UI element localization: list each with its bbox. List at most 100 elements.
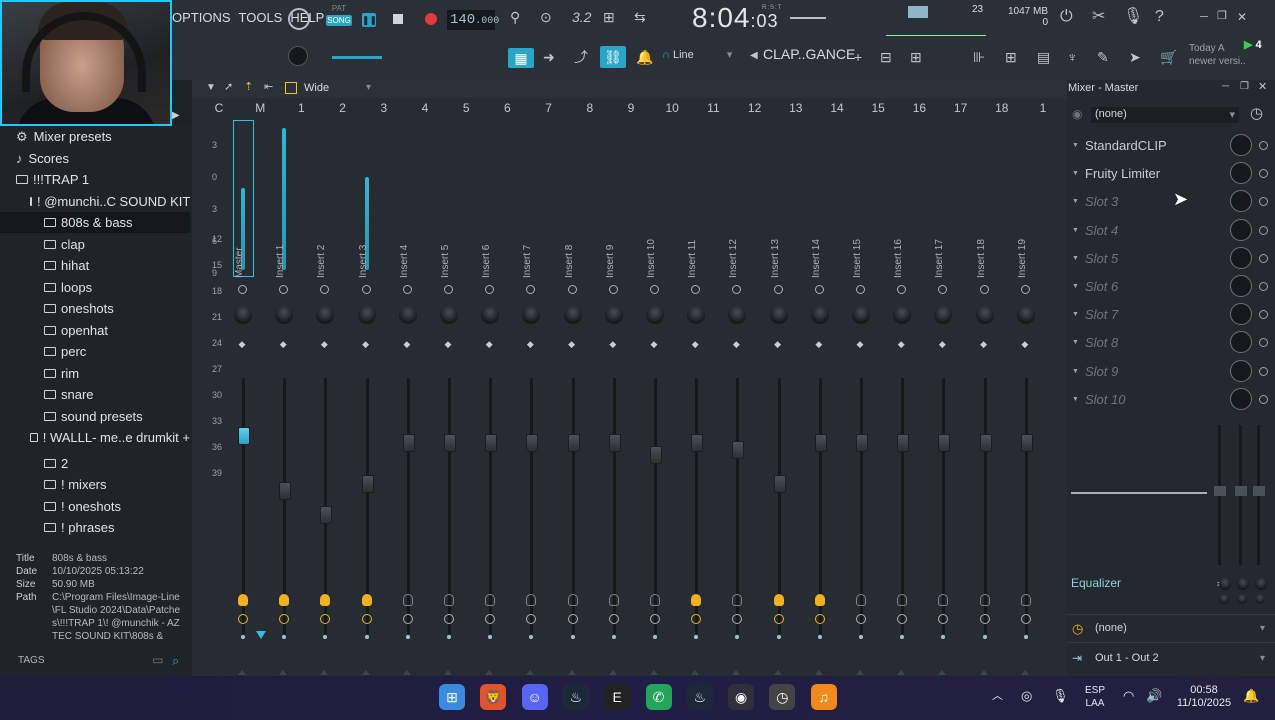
send-clock-icon[interactable] xyxy=(773,614,784,624)
mute-bulb-icon[interactable] xyxy=(856,594,866,606)
stereo-sep-control[interactable]: ◆ xyxy=(318,340,330,349)
fx-enable-dot[interactable] xyxy=(402,285,412,294)
route-arrow-icon[interactable] xyxy=(485,670,494,675)
volume-fader[interactable] xyxy=(238,426,250,445)
pan-knob[interactable] xyxy=(316,306,335,324)
route-arrow-icon[interactable] xyxy=(279,670,288,675)
route-arrow-icon[interactable] xyxy=(814,670,823,675)
route-arrow-icon[interactable] xyxy=(773,670,782,675)
eq-knobs[interactable] xyxy=(1215,578,1271,608)
route-dot[interactable] xyxy=(570,635,575,639)
mixer-strip[interactable]: Insert 9 ◆ xyxy=(595,120,633,675)
eq-mid-bw-knob[interactable] xyxy=(1237,594,1247,604)
browser-item[interactable]: snare xyxy=(0,384,190,405)
slot-menu-icon[interactable]: ▼ xyxy=(1072,227,1079,234)
pattern-selector[interactable]: CLAP..GANCE xyxy=(763,46,855,62)
mixer-strip[interactable]: Insert 19 ◆ xyxy=(1007,120,1045,675)
mixer-strip[interactable]: Insert 18 ◆ xyxy=(966,120,1004,675)
route-dot[interactable] xyxy=(859,635,863,639)
route-dot[interactable] xyxy=(982,635,987,639)
panel-minimize-icon[interactable]: ─ xyxy=(1222,82,1229,92)
route-dot[interactable] xyxy=(447,635,451,639)
send-clock-icon[interactable] xyxy=(485,614,496,624)
countdown-icon[interactable]: 3.2 xyxy=(572,10,591,24)
menu-tools[interactable]: TOOLS xyxy=(239,10,283,30)
mixer-layout-icon[interactable] xyxy=(285,82,297,94)
pan-knob[interactable] xyxy=(357,306,376,324)
fx-enable-dot[interactable] xyxy=(526,285,536,294)
route-arrow-icon[interactable] xyxy=(238,670,246,675)
slot-enable-dot[interactable] xyxy=(1259,253,1268,263)
route-arrow-icon[interactable] xyxy=(444,670,452,675)
route-dot[interactable] xyxy=(611,635,616,639)
browser-item[interactable]: !!!TRAP 1 xyxy=(0,169,190,190)
browser-item[interactable]: clap xyxy=(0,234,190,255)
browser-icon[interactable]: ⊞ xyxy=(1005,50,1017,64)
microphone-icon[interactable]: 🎙 xyxy=(1123,9,1143,25)
browser-item[interactable]: 2 xyxy=(0,453,190,474)
stereo-sep-control[interactable]: ◆ xyxy=(648,340,660,349)
fx-enable-dot[interactable] xyxy=(814,285,824,294)
obs-icon[interactable]: ◉ xyxy=(728,684,755,710)
mixer-strip[interactable]: Insert 16 ◆ xyxy=(883,120,921,675)
pan-knob[interactable] xyxy=(769,306,788,324)
route-dot[interactable] xyxy=(241,635,245,639)
volume-fader[interactable] xyxy=(1020,434,1033,452)
stereo-sep-control[interactable]: ◆ xyxy=(895,340,907,349)
slot-menu-icon[interactable]: ▼ xyxy=(1072,311,1079,318)
mute-bulb-icon[interactable] xyxy=(320,594,331,606)
browser-collapse-icon[interactable]: ▶ xyxy=(172,110,192,126)
browser-item[interactable]: sound presets xyxy=(0,406,190,427)
slot-mix-knob[interactable] xyxy=(1230,331,1252,354)
mixer-skip-icon[interactable]: ⇤ xyxy=(264,82,273,93)
mixer-strip[interactable]: Insert 15 ◆ xyxy=(842,120,880,675)
menu-options[interactable]: OPTIONS xyxy=(172,10,231,30)
mixer-menu-icon[interactable]: ▼ xyxy=(206,83,216,93)
browser-item[interactable]: 808s & bass xyxy=(0,212,190,233)
route-dot[interactable] xyxy=(653,635,657,639)
mute-bulb-icon[interactable] xyxy=(444,594,454,606)
stereo-sep-control[interactable]: ◆ xyxy=(442,340,454,349)
route-dot[interactable] xyxy=(1023,635,1028,639)
browser-item[interactable]: openhat xyxy=(0,320,190,341)
volume-fader[interactable] xyxy=(567,434,580,452)
slot-enable-dot[interactable] xyxy=(1259,394,1268,404)
effect-slot[interactable]: ▼ Slot 8 xyxy=(1067,329,1275,355)
browser-item[interactable]: rim xyxy=(0,363,190,384)
browser-item[interactable]: loops xyxy=(0,277,190,298)
pan-knob[interactable] xyxy=(522,306,541,324)
fx-enable-dot[interactable] xyxy=(938,285,948,294)
pan-knob[interactable] xyxy=(728,306,747,324)
pan-knob[interactable] xyxy=(398,306,417,324)
fx-enable-dot[interactable] xyxy=(279,285,289,294)
send-clock-icon[interactable] xyxy=(897,614,908,624)
pan-knob[interactable] xyxy=(852,306,870,324)
effect-slot[interactable]: ▼ Slot 5 xyxy=(1067,245,1275,271)
equalizer-label[interactable]: Equalizer xyxy=(1071,576,1121,590)
mute-bulb-icon[interactable] xyxy=(608,594,619,606)
send-clock-icon[interactable] xyxy=(1020,614,1031,624)
slot-enable-dot[interactable] xyxy=(1259,225,1268,235)
slot-mix-knob[interactable] xyxy=(1230,387,1252,410)
wait-record-icon[interactable]: ⊙ xyxy=(540,10,552,24)
volume-fader[interactable] xyxy=(814,434,827,452)
volume-fader[interactable] xyxy=(773,474,786,493)
route-arrow-icon[interactable] xyxy=(361,670,370,675)
route-dot[interactable] xyxy=(323,635,328,639)
mute-bulb-icon[interactable] xyxy=(897,594,908,606)
pan-knob[interactable] xyxy=(975,306,994,324)
panel-close-icon[interactable]: ✕ xyxy=(1258,82,1267,93)
slot-menu-icon[interactable]: ▼ xyxy=(1072,283,1079,290)
route-dot[interactable] xyxy=(529,635,534,639)
stereo-sep-control[interactable]: ◆ xyxy=(566,340,578,349)
fx-enable-dot[interactable] xyxy=(485,285,495,294)
main-pitch-slider[interactable] xyxy=(332,56,382,59)
mixer-strip[interactable]: Insert 6 ◆ xyxy=(471,120,509,675)
eq-high-bw-knob[interactable] xyxy=(1255,594,1265,604)
volume-fader[interactable] xyxy=(320,506,333,524)
stereo-sep-control[interactable]: ◆ xyxy=(813,340,825,349)
slot-menu-icon[interactable]: ▼ xyxy=(1072,396,1079,403)
tray-app-icon[interactable]: ◎ xyxy=(1021,689,1032,702)
fx-enable-dot[interactable] xyxy=(897,285,907,294)
volume-fader[interactable] xyxy=(485,434,498,452)
